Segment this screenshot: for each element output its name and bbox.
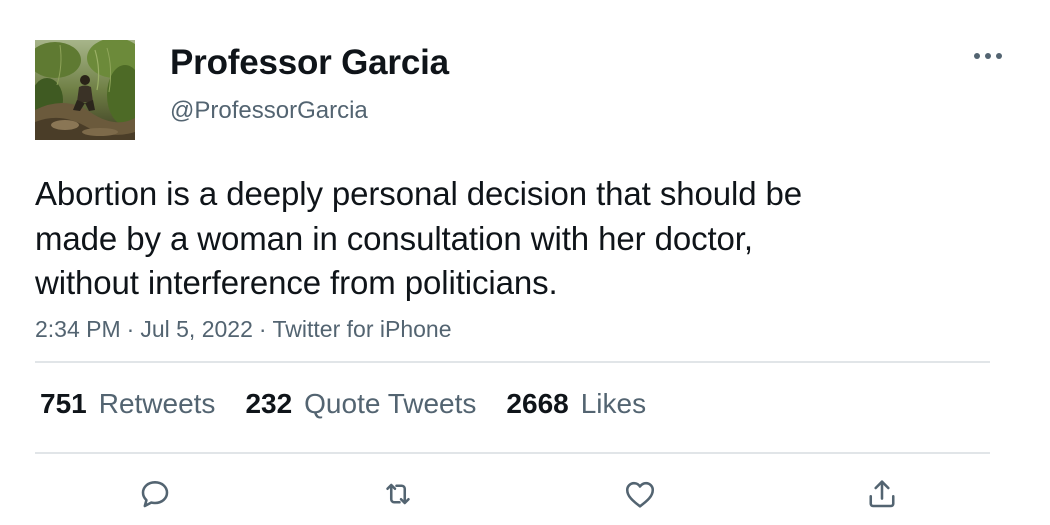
quote-tweets-count: 232: [245, 388, 293, 419]
retweets-count: 751: [40, 388, 87, 419]
share-button[interactable]: [862, 474, 902, 514]
meta-separator: ·: [258, 316, 267, 342]
avatar[interactable]: [35, 40, 135, 140]
tweet-source[interactable]: Twitter for iPhone: [273, 316, 452, 342]
like-button[interactable]: [620, 474, 660, 514]
retweet-icon: [386, 483, 410, 505]
author-handle[interactable]: @ProfessorGarcia: [170, 96, 368, 126]
share-icon: [869, 480, 895, 508]
reply-button[interactable]: [135, 474, 175, 514]
tweet-card: Professor Garcia @ProfessorGarcia Aborti…: [0, 0, 1050, 525]
meta-separator: ·: [126, 316, 135, 342]
retweet-button[interactable]: [378, 474, 418, 514]
tweet-metadata: 2:34 PM · Jul 5, 2022 · Twitter for iPhone: [35, 314, 452, 344]
reply-icon: [141, 481, 169, 508]
divider: [35, 452, 990, 454]
likes-label: Likes: [580, 388, 647, 419]
quote-tweets-label: Quote Tweets: [304, 388, 477, 419]
likes-count: 2668: [506, 388, 569, 419]
tweet-time[interactable]: 2:34 PM: [35, 316, 121, 342]
heart-icon: [625, 481, 655, 508]
retweets-label: Retweets: [98, 388, 216, 419]
author-display-name[interactable]: Professor Garcia: [170, 43, 449, 83]
more-options-button[interactable]: [970, 46, 1006, 66]
quote-tweets-stat[interactable]: 232 Quote Tweets: [245, 386, 476, 422]
tweet-text: Abortion is a deeply personal decision t…: [35, 175, 803, 301]
retweets-stat[interactable]: 751 Retweets: [40, 386, 215, 422]
likes-stat[interactable]: 2668 Likes: [506, 386, 646, 422]
engagement-stats: 751 Retweets 232 Quote Tweets 2668 Likes: [40, 386, 676, 422]
tweet-date[interactable]: Jul 5, 2022: [140, 316, 253, 342]
more-dots-icon: [974, 53, 1002, 59]
divider: [35, 361, 990, 363]
